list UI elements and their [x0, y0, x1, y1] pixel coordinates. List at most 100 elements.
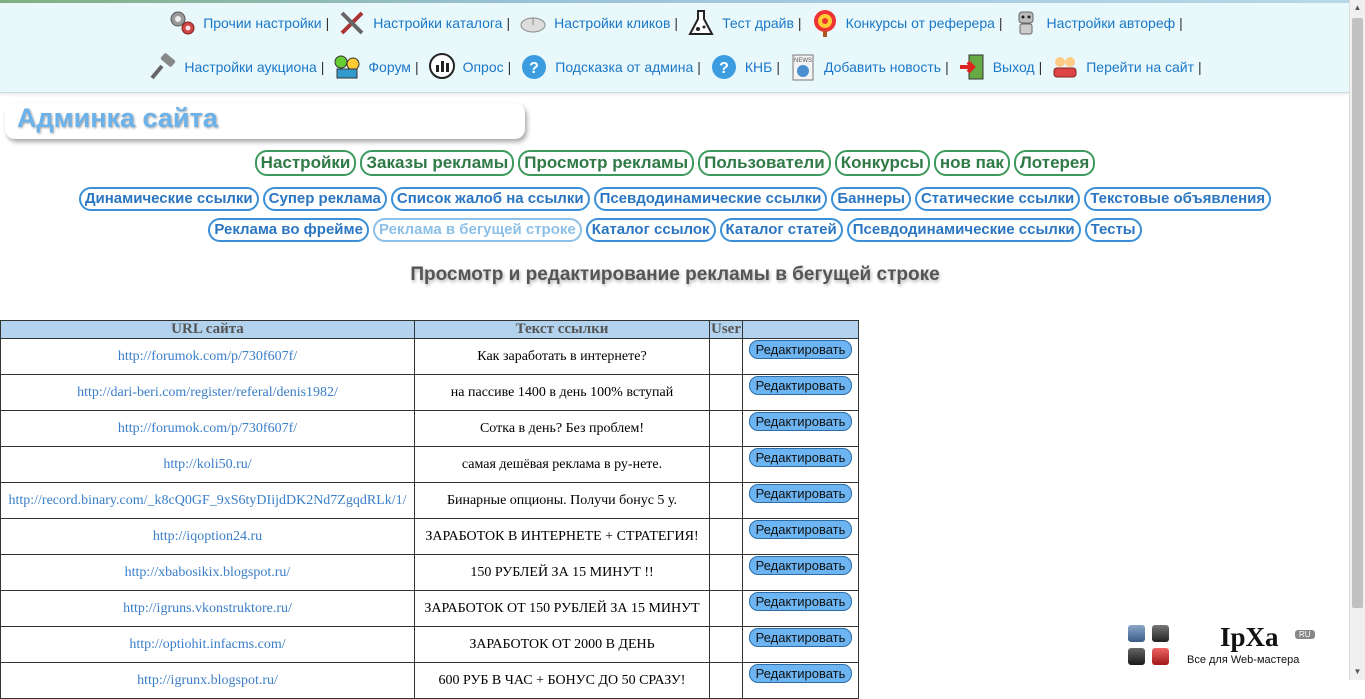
actions-cell: Редактировать [742, 482, 859, 519]
topnav-link-r2-2[interactable]: Опрос [423, 52, 504, 82]
site-icon [1050, 52, 1080, 82]
text-cell: Сотка в день? Без проблем! [414, 410, 710, 447]
url-link[interactable]: http://xbabosikix.blogspot.ru/ [125, 565, 291, 580]
url-link[interactable]: http://koli50.ru/ [163, 457, 251, 472]
topnav-link-r1-5[interactable]: Настройки автореф [1007, 8, 1175, 38]
edit-button[interactable]: Редактировать [748, 592, 853, 611]
topnav-link-r2-3[interactable]: ? Подсказка от админа [515, 52, 693, 82]
edit-button[interactable]: Редактировать [748, 340, 853, 359]
table-row: http://forumok.com/p/730f607f/Как зарабо… [0, 338, 859, 375]
user-cell [709, 410, 743, 447]
url-link[interactable]: http://igruns.vkonstruktore.ru/ [123, 601, 292, 616]
table-row: http://optiohit.infacms.com/ЗАРАБОТОК ОТ… [0, 626, 859, 663]
url-cell: http://forumok.com/p/730f607f/ [0, 338, 415, 375]
scroll-up-arrow-icon[interactable]: ▲ [1350, 0, 1365, 16]
topnav-link-r1-0[interactable]: Прочии настройки [163, 8, 322, 38]
ipxa-logo: IpXa RU Все для Web-мастера [1125, 622, 1325, 672]
text-cell: ЗАРАБОТОК ОТ 150 РУБЛЕЙ ЗА 15 МИНУТ [414, 590, 710, 627]
main-menu-menu1-0[interactable]: Настройки [254, 150, 357, 176]
vertical-scrollbar[interactable]: ▲ ▼ [1349, 0, 1365, 680]
nav-separator: | [1198, 59, 1202, 75]
topnav-link-r1-2[interactable]: Настройки кликов [514, 8, 670, 38]
page-title-box: Админка сайта [5, 103, 525, 139]
edit-button[interactable]: Редактировать [748, 412, 853, 431]
topnav-label: Настройки каталога [373, 15, 503, 31]
url-link[interactable]: http://forumok.com/p/730f607f/ [118, 349, 297, 364]
logo-subtitle: Все для Web-мастера [1187, 654, 1300, 666]
topnav-link-r2-4[interactable]: ? КНБ [705, 52, 772, 82]
sub-menu-menu2b-3[interactable]: Каталог статей [719, 218, 843, 242]
url-link[interactable]: http://optiohit.infacms.com/ [129, 637, 285, 652]
actions-cell: Редактировать [742, 446, 859, 483]
edit-button[interactable]: Редактировать [748, 520, 853, 539]
top-nav-row-1: Прочии настройки | Настройки каталога | Наст… [0, 8, 1350, 38]
url-cell: http://koli50.ru/ [0, 446, 415, 483]
edit-button[interactable]: Редактировать [748, 448, 853, 467]
svg-text:NEWS: NEWS [794, 58, 812, 64]
sub-menu-menu2a-3[interactable]: Псевдодинамические ссылки [593, 187, 828, 211]
url-link[interactable]: http://record.binary.com/_k8cQ0GF_9xS6ty… [8, 493, 406, 508]
url-link[interactable]: http://igrunx.blogspot.ru/ [137, 673, 278, 688]
url-link[interactable]: http://iqoption24.ru [153, 529, 262, 544]
scroll-down-arrow-icon[interactable]: ▼ [1350, 664, 1365, 680]
topnav-label: Тест драйв [722, 15, 794, 31]
url-link[interactable]: http://forumok.com/p/730f607f/ [118, 421, 297, 436]
main-menu-menu1-2[interactable]: Просмотр рекламы [518, 150, 695, 176]
edit-button[interactable]: Редактировать [748, 664, 853, 683]
text-cell: ЗАРАБОТОК ОТ 2000 В ДЕНЬ [414, 626, 710, 663]
topnav-link-r2-6[interactable]: Выход [953, 52, 1035, 82]
text-cell: самая дешёвая реклама в ру-нете. [414, 446, 710, 483]
sub-menu-menu2a-0[interactable]: Динамические ссылки [78, 187, 259, 211]
topnav-link-r2-5[interactable]: NEWS Добавить новость [784, 52, 941, 82]
topnav-link-r1-3[interactable]: Тест драйв [682, 8, 794, 38]
sub-menu-menu2a-2[interactable]: Список жалоб на ссылки [390, 187, 590, 211]
sub-menu-menu2b-5[interactable]: Тесты [1084, 218, 1142, 242]
logo-square-red [1152, 648, 1169, 665]
main-menu-menu1-5[interactable]: нов пак [933, 150, 1010, 176]
logo-square-black [1128, 648, 1145, 665]
topnav-link-r1-4[interactable]: Конкурсы от реферера [806, 8, 995, 38]
logo-square-dark [1152, 625, 1169, 642]
nav-separator: | [414, 59, 419, 75]
scrollbar-thumb[interactable] [1352, 18, 1363, 608]
table-row: http://igruns.vkonstruktore.ru/ЗАРАБОТОК… [0, 590, 859, 627]
sub-menu-menu2a-5[interactable]: Статические ссылки [914, 187, 1081, 211]
text-cell: 600 РУБ В ЧАС + БОНУС ДО 50 СРАЗУ! [414, 662, 710, 699]
topnav-link-r2-7[interactable]: Перейти на сайт [1046, 52, 1194, 82]
main-menu: Настройки Заказы рекламы Просмотр рекламы П… [0, 150, 1350, 176]
topnav-link-r1-1[interactable]: Настройки каталога [333, 8, 502, 38]
sub-menu-menu2b-0[interactable]: Реклама во фрейме [208, 218, 369, 242]
nav-separator: | [674, 15, 679, 31]
main-menu-menu1-4[interactable]: Конкурсы [834, 150, 930, 176]
table-row: http://dari-beri.com/register/referal/de… [0, 374, 859, 411]
table-row: http://koli50.ru/самая дешёвая реклама в… [0, 446, 859, 483]
nav-separator: | [697, 59, 701, 75]
url-cell: http://forumok.com/p/730f607f/ [0, 410, 415, 447]
sub-menu-menu2b-1[interactable]: Реклама в бегущей строке [372, 218, 582, 242]
edit-button[interactable]: Редактировать [748, 628, 853, 647]
sub-menu-menu2a-4[interactable]: Баннеры [831, 187, 911, 211]
sub-menu-menu2b-2[interactable]: Каталог ссылок [585, 218, 716, 242]
nav-separator: | [507, 59, 512, 75]
nav-separator: | [1179, 15, 1183, 31]
user-cell [709, 590, 743, 627]
target-icon [810, 8, 840, 38]
edit-button[interactable]: Редактировать [748, 484, 853, 503]
topnav-link-r2-1[interactable]: Форум [328, 52, 411, 82]
topnav-label: КНБ [744, 59, 773, 75]
url-link[interactable]: http://dari-beri.com/register/referal/de… [77, 385, 338, 400]
sub-menu-menu2a-1[interactable]: Супер реклама [262, 187, 387, 211]
sub-menu-menu2b-4[interactable]: Псевдодинамические ссылки [846, 218, 1081, 242]
edit-button[interactable]: Редактировать [748, 376, 853, 395]
mouse-icon [518, 8, 548, 38]
main-menu-menu1-1[interactable]: Заказы рекламы [360, 150, 515, 176]
gears-icon [167, 8, 197, 38]
help-icon: ? [709, 52, 739, 82]
sub-menu-menu2a-6[interactable]: Текстовые объявления [1084, 187, 1272, 211]
edit-button[interactable]: Редактировать [748, 556, 853, 575]
actions-cell: Редактировать [742, 662, 859, 699]
main-menu-menu1-6[interactable]: Лотерея [1013, 150, 1096, 176]
main-menu-menu1-3[interactable]: Пользователи [698, 150, 831, 176]
topnav-link-r2-0[interactable]: Настройки аукциона [144, 52, 317, 82]
logo-square-blue [1128, 625, 1145, 642]
